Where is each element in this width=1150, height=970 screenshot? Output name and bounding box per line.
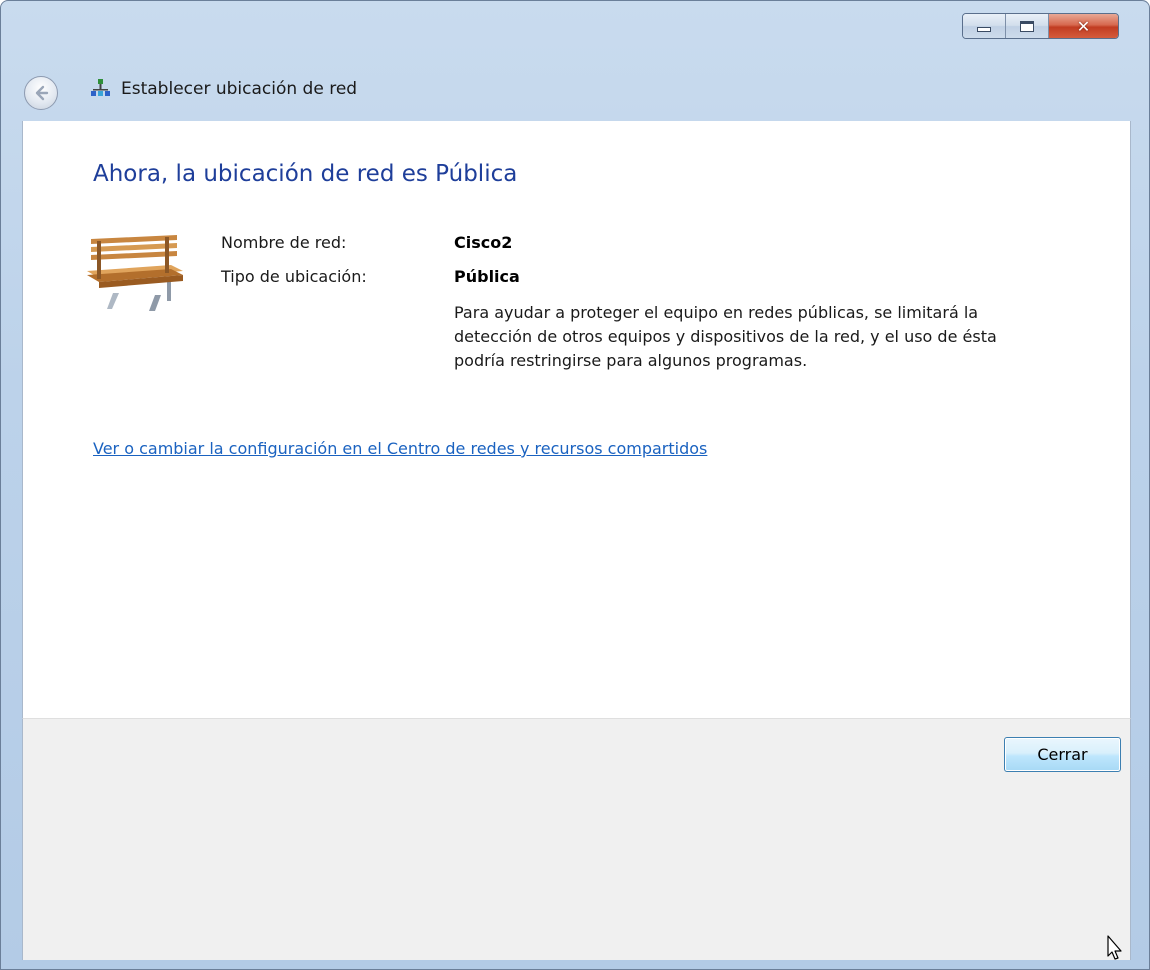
close-icon: ✕ bbox=[1076, 16, 1091, 36]
window-title: Establecer ubicación de red bbox=[121, 79, 358, 99]
window-frame: ✕ Establecer ubicación de red Ahora, la … bbox=[0, 0, 1150, 970]
network-name-value: Cisco2 bbox=[454, 233, 513, 252]
title-bar: ✕ Establecer ubicación de red bbox=[1, 1, 1149, 121]
network-center-link[interactable]: Ver o cambiar la configuración en el Cen… bbox=[93, 439, 707, 458]
mouse-cursor-icon bbox=[1107, 935, 1122, 960]
page-heading: Ahora, la ubicación de red es Pública bbox=[93, 161, 518, 187]
minimize-button[interactable] bbox=[963, 14, 1006, 38]
main-content: Ahora, la ubicación de red es Pública No… bbox=[22, 121, 1131, 718]
network-icon bbox=[91, 79, 110, 96]
close-window-button[interactable]: ✕ bbox=[1049, 14, 1118, 38]
location-type-label: Tipo de ubicación: bbox=[221, 267, 367, 286]
network-name-label: Nombre de red: bbox=[221, 233, 347, 252]
minimize-icon bbox=[977, 26, 991, 32]
maximize-icon bbox=[1020, 20, 1034, 32]
back-arrow-icon bbox=[35, 85, 49, 101]
window-controls: ✕ bbox=[962, 13, 1119, 39]
park-bench-icon bbox=[87, 235, 183, 311]
location-type-value: Pública bbox=[454, 267, 520, 286]
maximize-button[interactable] bbox=[1006, 14, 1049, 38]
back-button[interactable] bbox=[24, 76, 58, 110]
close-button[interactable]: Cerrar bbox=[1004, 737, 1121, 772]
footer-bar: Cerrar bbox=[22, 718, 1131, 960]
description-text: Para ayudar a proteger el equipo en rede… bbox=[454, 303, 997, 370]
